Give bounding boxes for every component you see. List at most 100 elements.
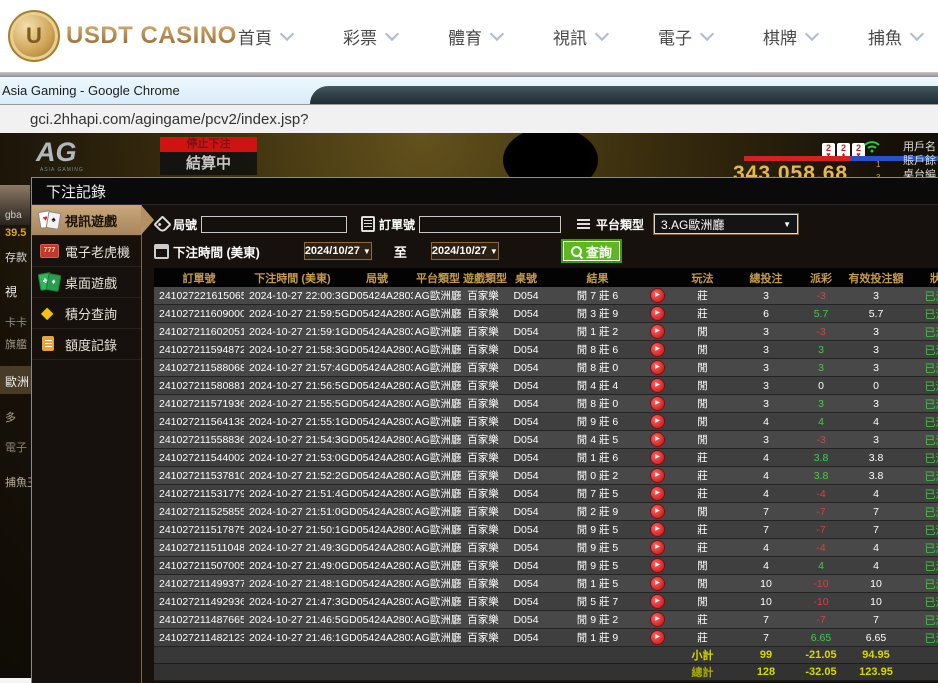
- table-cell: AG歐洲廳: [413, 323, 463, 341]
- bet-records-table: 訂單號下注時間 (美東)局號平台類型遊戲類型桌號結果玩法總投注派彩有效投注額狀態…: [154, 268, 938, 681]
- table-cell: 百家樂: [463, 521, 503, 539]
- table-cell: 3: [796, 341, 846, 359]
- settling-status: 結算中: [160, 152, 257, 175]
- total-cell: 小計: [669, 647, 736, 664]
- replay-button[interactable]: [651, 451, 664, 464]
- sidebar-item-cards[interactable]: 視訊遊戲: [32, 205, 141, 236]
- records-icon: [39, 335, 60, 353]
- platform-select[interactable]: 3.AG歐洲廳 ▼: [654, 214, 798, 234]
- replay-button[interactable]: [651, 343, 664, 356]
- table-cell: 2024-10-27 21:55:10: [244, 413, 341, 431]
- modal-titlebar[interactable]: 下注記錄: [32, 178, 938, 205]
- table-cell: 241027211537810: [154, 467, 244, 485]
- table-cell: GD05424A2803J: [341, 323, 413, 341]
- table-cell: 3: [736, 431, 796, 449]
- table-cell: 2024-10-27 21:59:15: [244, 323, 341, 341]
- usdt-coin-icon: U: [8, 10, 60, 62]
- search-button[interactable]: 查詢: [563, 241, 620, 261]
- table-cell: 閒: [669, 503, 736, 521]
- table-row: 2410272115440022024-10-27 21:53:02GD0542…: [154, 449, 938, 467]
- round-input[interactable]: [201, 216, 347, 233]
- nav-item-label: 捕魚: [868, 24, 902, 49]
- nav-item[interactable]: 體育: [448, 24, 502, 49]
- order-input[interactable]: [419, 216, 561, 233]
- replay-button[interactable]: [651, 289, 664, 302]
- replay-cell: [646, 287, 669, 305]
- nav-item[interactable]: 電子: [658, 24, 712, 49]
- replay-button[interactable]: [651, 379, 664, 392]
- table-cell: GD05424A2803D: [341, 431, 413, 449]
- total-cell: 128: [736, 664, 796, 681]
- table-cell: 閒: [669, 359, 736, 377]
- table-cell: 已派彩: [906, 485, 938, 503]
- sidebar-item-records[interactable]: 額度記錄: [32, 329, 141, 360]
- replay-button[interactable]: [651, 631, 664, 644]
- date-from-select[interactable]: 2024/10/27 ▼: [304, 242, 372, 260]
- replay-button[interactable]: [651, 415, 664, 428]
- table-cell: 4: [736, 485, 796, 503]
- replay-button[interactable]: [651, 559, 664, 572]
- table-cell: 2024-10-27 21:49:34: [244, 539, 341, 557]
- table-row: 2410272115110482024-10-27 21:49:34GD0542…: [154, 539, 938, 557]
- table-row: 2410272115719362024-10-27 21:55:59GD0542…: [154, 395, 938, 413]
- replay-button[interactable]: [651, 487, 664, 500]
- table-cell: 閒 4 莊 5: [549, 431, 646, 449]
- table-cell: 0: [796, 377, 846, 395]
- cards-icon: [39, 211, 60, 229]
- table-cell: 3.8: [796, 449, 846, 467]
- replay-button[interactable]: [651, 433, 664, 446]
- modal-content: 局號 訂單號 平台類型 3.AG歐洲廳 ▼ 下注時間 (美東): [142, 205, 938, 683]
- table-cell: 7: [736, 521, 796, 539]
- table-cell: -10: [796, 593, 846, 611]
- column-header: 遊戲類型: [463, 268, 503, 287]
- table-row: 2410272115641382024-10-27 21:55:10GD0542…: [154, 413, 938, 431]
- chrome-urlbar[interactable]: gci.2hhapi.com/agingame/pcv2/index.jsp?: [0, 105, 938, 134]
- table-cell: 3: [736, 359, 796, 377]
- table-row: 2410272115588362024-10-27 21:54:35GD0542…: [154, 431, 938, 449]
- table-cell: -7: [796, 503, 846, 521]
- replay-button[interactable]: [651, 307, 664, 320]
- replay-button[interactable]: [651, 469, 664, 482]
- table-cell: 6.65: [796, 629, 846, 647]
- replay-button[interactable]: [651, 541, 664, 554]
- table-cell: D054: [503, 377, 549, 395]
- replay-cell: [646, 395, 669, 413]
- replay-cell: [646, 305, 669, 323]
- table-cell: AG歐洲廳: [413, 521, 463, 539]
- table-cell: 已派彩: [906, 395, 938, 413]
- replay-button[interactable]: [651, 505, 664, 518]
- total-cell: [906, 664, 938, 681]
- column-header: [646, 268, 669, 287]
- chrome-titlebar[interactable]: Asia Gaming - Google Chrome: [0, 77, 938, 105]
- nav-item[interactable]: 視訊: [553, 24, 607, 49]
- replay-button[interactable]: [651, 523, 664, 536]
- replay-button[interactable]: [651, 325, 664, 338]
- nav-item[interactable]: 首頁: [238, 24, 292, 49]
- table-cell: AG歐洲廳: [413, 485, 463, 503]
- table-cell: 百家樂: [463, 539, 503, 557]
- search-icon: [571, 246, 582, 257]
- replay-button[interactable]: [651, 613, 664, 626]
- site-logo: U USDT CASINO: [8, 10, 237, 62]
- table-cell: 241027211594872: [154, 341, 244, 359]
- chevron-down-icon: [700, 26, 714, 40]
- table-cell: AG歐洲廳: [413, 629, 463, 647]
- sidebar-item-points[interactable]: 積分查詢: [32, 298, 141, 329]
- replay-button[interactable]: [651, 397, 664, 410]
- table-row: 2410272115378102024-10-27 21:52:22GD0542…: [154, 467, 938, 485]
- nav-item[interactable]: 捕魚: [868, 24, 922, 49]
- nav-item[interactable]: 彩票: [343, 24, 397, 49]
- date-to-select[interactable]: 2024/10/27 ▼: [431, 242, 499, 260]
- replay-button[interactable]: [651, 577, 664, 590]
- search-button-label: 查詢: [586, 242, 612, 261]
- sidebar-item-table-games[interactable]: 桌面遊戲: [32, 267, 141, 298]
- table-cell: 2024-10-27 21:46:58: [244, 611, 341, 629]
- total-cell: 99: [736, 647, 796, 664]
- nav-item-label: 彩票: [343, 24, 377, 49]
- column-header: 有效投注額: [846, 268, 906, 287]
- nav-item[interactable]: 棋牌: [763, 24, 817, 49]
- replay-button[interactable]: [651, 361, 664, 374]
- sidebar-item-slot[interactable]: 電子老虎機: [32, 236, 141, 267]
- replay-button[interactable]: [651, 595, 664, 608]
- slot-icon: [39, 242, 60, 260]
